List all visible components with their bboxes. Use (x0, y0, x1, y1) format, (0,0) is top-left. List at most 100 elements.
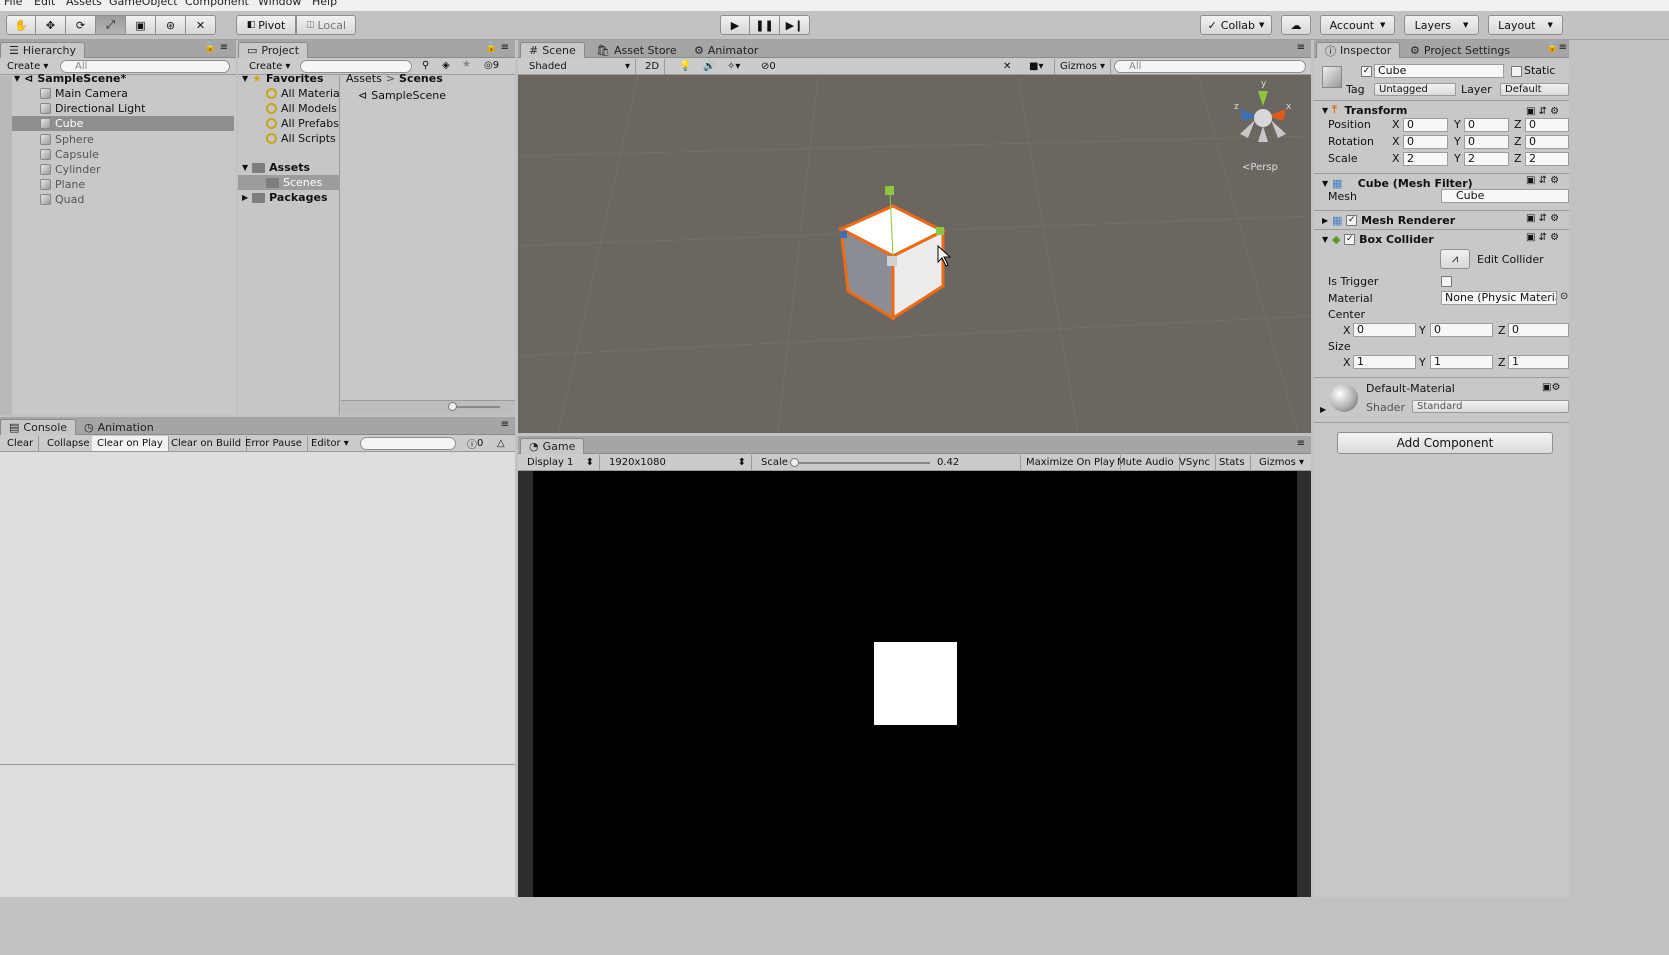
component-menu-icon[interactable]: ▣ ⇵ ⚙ (1526, 102, 1559, 121)
collab-button[interactable]: ✓ Collab ▼ (1200, 15, 1272, 35)
favorite-item[interactable]: All Prefabs (266, 116, 339, 131)
camera-dropdown-icon[interactable]: ■▾ (1024, 59, 1048, 74)
scale-z-field[interactable]: 2 (1525, 152, 1569, 166)
menu-help[interactable]: Help (312, 0, 337, 8)
pause-icon[interactable]: ❚❚ (750, 15, 780, 35)
warning-count-toggle[interactable]: △ (492, 436, 510, 451)
favorite-item[interactable]: All Scripts (266, 131, 336, 146)
info-count-toggle[interactable]: ⓘ 0 (462, 436, 488, 451)
hidden-objects-toggle[interactable]: ⊘ 0 (756, 59, 781, 74)
menu-component[interactable]: Component (185, 0, 249, 8)
rect-tool-icon[interactable]: ▣ (126, 15, 156, 35)
maximize-on-play-toggle[interactable]: Maximize On Play (1020, 455, 1121, 470)
size-y-field[interactable]: 1 (1430, 355, 1493, 369)
tab-animation[interactable]: ◷ Animation (76, 419, 162, 435)
local-button[interactable]: ◫ Local (296, 15, 356, 35)
tag-dropdown[interactable]: Untagged (1374, 83, 1456, 96)
slider-thumb[interactable] (448, 402, 457, 411)
panel-menu-icon[interactable]: 🔒 ≡ (204, 42, 228, 53)
asset-file[interactable]: ⊲ SampleScene (358, 88, 446, 103)
layers-button[interactable]: Layers ▼ (1404, 15, 1479, 35)
clear-button[interactable]: Clear (2, 436, 40, 451)
hierarchy-item[interactable]: Quad (40, 192, 84, 207)
menu-assets[interactable]: Assets (66, 0, 102, 8)
step-icon[interactable]: ▶❙ (780, 15, 810, 35)
hierarchy-item[interactable]: Capsule (40, 147, 99, 162)
mesh-renderer-checkbox[interactable]: ✓ (1346, 214, 1358, 226)
cloud-button[interactable]: ☁ (1281, 15, 1311, 35)
scale-slider-thumb[interactable] (790, 458, 799, 467)
scale-y-field[interactable]: 2 (1464, 152, 1509, 166)
hand-tool-icon[interactable]: ✋ (6, 15, 36, 35)
tab-asset-store[interactable]: 🛍 Asset Store (588, 42, 685, 58)
display-dropdown[interactable]: Display 1 ⬍ (522, 455, 600, 470)
hierarchy-item[interactable]: Directional Light (40, 101, 145, 116)
foldout-arrow-icon[interactable]: ▶ (1320, 405, 1326, 414)
shading-mode-dropdown[interactable]: Shaded ▾ (524, 59, 636, 74)
menu-edit[interactable]: Edit (34, 0, 55, 8)
scene-viewport[interactable]: y z x <Persp (518, 76, 1311, 433)
mute-audio-toggle[interactable]: Mute Audio (1112, 455, 1180, 470)
play-icon[interactable]: ▶ (720, 15, 750, 35)
edit-collider-button[interactable]: ⩘ (1440, 249, 1470, 269)
account-button[interactable]: Account ▼ (1320, 15, 1395, 35)
shader-dropdown[interactable]: Standard (1412, 400, 1569, 413)
breadcrumb-assets[interactable]: Assets (346, 72, 382, 85)
mesh-field[interactable]: Cube (1441, 189, 1569, 203)
size-x-field[interactable]: 1 (1353, 355, 1416, 369)
transform-tool-icon[interactable]: ⊛ (156, 15, 186, 35)
hierarchy-item[interactable]: Sphere (40, 132, 94, 147)
scene-search-input[interactable]: All (1114, 60, 1306, 73)
favorite-item[interactable]: All Models (266, 101, 337, 116)
effects-toggle-icon[interactable]: ✧▾ (722, 59, 745, 74)
hierarchy-item[interactable]: Cylinder (40, 162, 101, 177)
gizmos-dropdown[interactable]: Gizmos ▾ (1054, 59, 1112, 74)
game-render-view[interactable] (533, 471, 1297, 897)
position-x-field[interactable]: 0 (1403, 118, 1448, 132)
assets-folder[interactable]: ▼ Assets (242, 160, 310, 175)
tab-inspector[interactable]: ⓘ Inspector (1316, 42, 1401, 58)
component-menu-icon[interactable]: ▣ ⇵ ⚙ (1526, 232, 1559, 243)
scenes-folder[interactable]: Scenes (238, 175, 340, 190)
scale-slider[interactable] (794, 462, 930, 464)
console-splitter[interactable] (0, 764, 515, 765)
editor-dropdown[interactable]: Editor ▾ (306, 436, 354, 451)
rotate-tool-icon[interactable]: ⟳ (66, 15, 96, 35)
star-icon[interactable]: ★ (462, 59, 471, 70)
panel-menu-icon[interactable]: 🔒≡ (1546, 42, 1567, 53)
collapse-button[interactable]: Collapse (42, 436, 96, 451)
breadcrumb-scenes[interactable]: Scenes (399, 72, 443, 85)
game-gizmos-dropdown[interactable]: Gizmos ▾ (1254, 455, 1309, 470)
error-pause-button[interactable]: Error Pause (240, 436, 308, 451)
rotation-y-field[interactable]: 0 (1464, 135, 1509, 149)
menu-file[interactable]: File (4, 0, 22, 8)
material-settings-icon[interactable]: ▣⚙ (1542, 382, 1560, 393)
physic-material-field[interactable]: None (Physic Materia (1441, 291, 1557, 305)
hidden-packages-icon[interactable]: ◎9 (484, 60, 499, 71)
center-y-field[interactable]: 0 (1430, 323, 1493, 337)
tab-animator[interactable]: ⚙ Animator (686, 42, 766, 58)
favorite-item[interactable]: All Materia (266, 86, 340, 101)
custom-tool-icon[interactable]: ✕ (186, 15, 216, 35)
hierarchy-item[interactable]: Plane (40, 177, 85, 192)
packages-folder[interactable]: ▶ Packages (242, 190, 328, 205)
clear-on-play-button[interactable]: Clear on Play (92, 436, 169, 451)
pivot-button[interactable]: ◧ Pivot (236, 15, 296, 35)
scale-tool-icon[interactable]: ⤢ (96, 15, 126, 35)
scene-root[interactable]: ▼ ⊲ SampleScene* (14, 71, 234, 86)
tab-console[interactable]: ▤ Console (0, 419, 77, 435)
lighting-toggle-icon[interactable]: 💡 (674, 59, 696, 74)
hierarchy-item-selected[interactable]: Cube (12, 116, 234, 131)
vsync-toggle[interactable]: VSync (1174, 455, 1216, 470)
audio-toggle-icon[interactable]: 🔊 (698, 59, 720, 74)
tab-project[interactable]: ▭ Project (238, 42, 309, 58)
panel-menu-icon[interactable]: 🔒 ≡ (485, 42, 509, 53)
filter-type-icon[interactable]: ⚲ (422, 60, 429, 71)
clear-on-build-button[interactable]: Clear on Build (166, 436, 248, 451)
resolution-dropdown[interactable]: 1920x1080 ⬍ (604, 455, 752, 470)
static-checkbox[interactable] (1511, 66, 1522, 77)
tab-hierarchy[interactable]: ☰ Hierarchy (0, 42, 86, 58)
filter-label-icon[interactable]: ◈ (442, 60, 450, 71)
rotation-x-field[interactable]: 0 (1403, 135, 1448, 149)
persp-label[interactable]: <Persp (1242, 162, 1278, 173)
